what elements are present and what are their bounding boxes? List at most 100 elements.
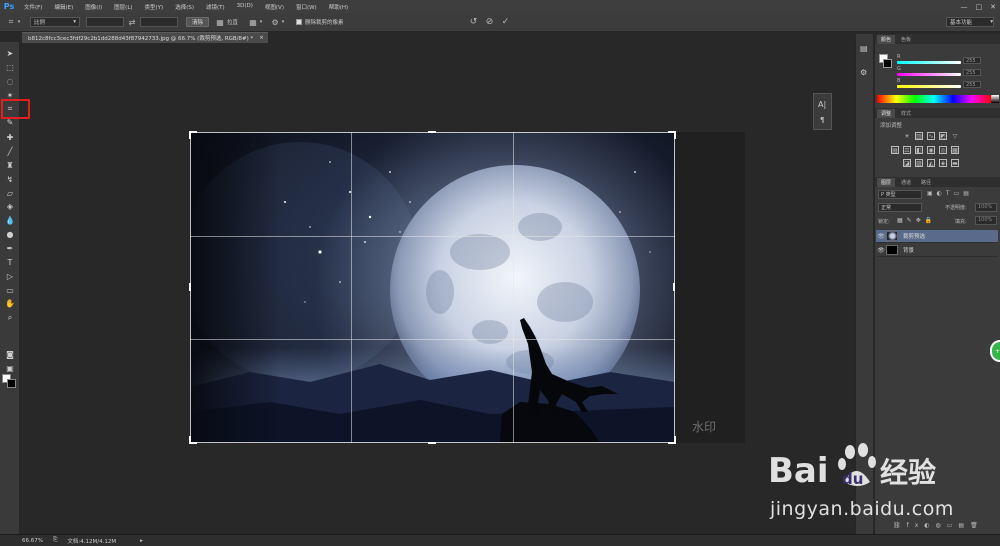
tab-styles[interactable]: 样式 <box>897 109 915 118</box>
ratio-select[interactable]: 比例 ▾ <box>30 17 80 27</box>
menu-item[interactable]: 窗口(W) <box>290 3 323 11</box>
eye-icon[interactable]: 👁 <box>876 247 886 254</box>
crop-handle-bottom-left[interactable] <box>189 436 197 444</box>
photo-filter-icon[interactable]: ◉ <box>927 146 935 154</box>
marquee-tool-icon[interactable]: ⬚ <box>4 62 16 73</box>
share-icon[interactable]: ⎘ <box>53 537 57 544</box>
color-channel-slider[interactable] <box>897 61 961 64</box>
menu-item[interactable]: 图层(L) <box>108 3 138 11</box>
paragraph-panel-icon[interactable]: ¶ <box>820 116 824 124</box>
brush-tool-icon[interactable]: ╱ <box>4 146 16 157</box>
gear-icon[interactable]: ⚙ <box>270 17 280 27</box>
straighten-label[interactable]: 拉直 <box>227 18 238 26</box>
menu-item[interactable]: 选择(S) <box>169 3 200 11</box>
color-channel-value[interactable]: 255 <box>963 69 981 76</box>
workspace-select[interactable]: 基本功能 ▾ <box>946 17 994 27</box>
delete-cropped-checkbox[interactable] <box>296 19 303 25</box>
menu-item[interactable]: 滤镜(T) <box>200 3 231 11</box>
tab-swatches[interactable]: 色板 <box>897 35 915 44</box>
zoom-tool-icon[interactable]: ⌕ <box>4 312 16 323</box>
exposure-icon[interactable]: ◩ <box>939 132 947 140</box>
posterize-icon[interactable]: ▨ <box>915 159 923 167</box>
reset-icon[interactable]: ↺ <box>469 17 479 27</box>
move-tool-icon[interactable]: ➤ <box>4 48 16 59</box>
opacity-input[interactable]: 100% <box>975 203 997 212</box>
zoom-level[interactable]: 66.67% <box>22 538 43 544</box>
commit-check-icon[interactable]: ✓ <box>501 17 511 27</box>
crop-handle-bottom-right[interactable] <box>668 436 676 444</box>
blend-mode-select[interactable]: 正常 <box>878 203 922 212</box>
menu-item[interactable]: 类型(Y) <box>139 3 170 11</box>
layer-row-crop-preview[interactable]: 👁 裁剪预选 <box>876 230 998 243</box>
crop-handle-right[interactable] <box>673 283 675 291</box>
screen-mode-icon[interactable]: ▣ <box>4 363 16 374</box>
chevron-down-icon[interactable]: ▾ <box>258 17 264 27</box>
healing-tool-icon[interactable]: ✚ <box>4 132 16 143</box>
menu-item[interactable]: 文件(F) <box>18 3 48 11</box>
straighten-icon[interactable]: ▦ <box>215 17 225 27</box>
black-white-icon[interactable]: ◧ <box>915 146 923 154</box>
menu-item[interactable]: 3D(D) <box>231 3 259 11</box>
shape-tool-icon[interactable]: ▭ <box>4 285 16 296</box>
crop-handle-left[interactable] <box>189 283 191 291</box>
curves-icon[interactable]: ∿ <box>927 132 935 140</box>
color-channel-value[interactable]: 255 <box>963 81 981 88</box>
swap-icon[interactable]: ⇄ <box>127 17 137 27</box>
pen-tool-icon[interactable]: ✒ <box>4 243 16 254</box>
crop-box[interactable] <box>190 132 675 443</box>
hue-saturation-icon[interactable]: ▤ <box>891 146 899 154</box>
properties-panel-icon[interactable]: ⚙ <box>860 68 867 77</box>
clone-stamp-tool-icon[interactable]: ♜ <box>4 160 16 171</box>
character-panel-icon[interactable]: A| <box>818 100 826 109</box>
lasso-tool-icon[interactable]: ◌ <box>4 76 16 87</box>
color-channel-slider[interactable] <box>897 73 961 76</box>
paint-bucket-tool-icon[interactable]: ◈ <box>4 201 16 212</box>
eye-icon[interactable]: 👁 <box>876 233 886 240</box>
bg-color-chip[interactable] <box>883 59 892 68</box>
channel-mixer-icon[interactable]: ◎ <box>939 146 947 154</box>
maximize-button[interactable]: □ <box>976 3 983 11</box>
color-balance-icon[interactable]: ⚖ <box>903 146 911 154</box>
chevron-down-icon[interactable]: ▾ <box>16 17 22 27</box>
brightness-icon[interactable]: ☀ <box>903 132 911 140</box>
gradient-map-icon[interactable]: ▬ <box>951 159 959 167</box>
grid-overlay-icon[interactable]: ▦ <box>248 17 258 27</box>
color-channel-slider[interactable] <box>897 85 961 88</box>
invert-icon[interactable]: ◪ <box>903 159 911 167</box>
document-tab[interactable]: b812c8fcc3cec3fdf29c2b1dd288d43f87942733… <box>22 32 268 43</box>
levels-icon[interactable]: ▥ <box>915 132 923 140</box>
layer-row-background[interactable]: 👁 背景 <box>876 244 998 257</box>
crop-handle-bottom[interactable] <box>428 436 436 444</box>
fill-input[interactable]: 100% <box>975 216 997 225</box>
color-channel-value[interactable]: 255 <box>963 57 981 64</box>
menu-item[interactable]: 视图(V) <box>259 3 290 11</box>
crop-tool-icon[interactable]: ⌗ <box>6 17 16 27</box>
background-color-swatch[interactable] <box>7 379 16 388</box>
crop-handle-top[interactable] <box>428 131 436 139</box>
history-brush-tool-icon[interactable]: ↯ <box>4 174 16 185</box>
close-icon[interactable]: × <box>259 35 264 41</box>
vibrance-icon[interactable]: ▽ <box>951 132 959 140</box>
crop-handle-top-right[interactable] <box>668 131 676 139</box>
close-button[interactable]: ✕ <box>990 3 996 11</box>
cancel-icon[interactable]: ⊘ <box>485 17 495 27</box>
tab-adjustments[interactable]: 调整 <box>877 109 896 118</box>
tab-layers[interactable]: 图层 <box>877 178 896 187</box>
selective-color-icon[interactable]: ◈ <box>939 159 947 167</box>
color-lookup-icon[interactable]: ▦ <box>951 146 959 154</box>
clear-button[interactable]: 清除 <box>186 17 210 27</box>
eraser-tool-icon[interactable]: ▱ <box>4 188 16 199</box>
minimize-button[interactable]: — <box>961 3 968 11</box>
menu-item[interactable]: 帮助(H) <box>323 3 354 11</box>
dodge-tool-icon[interactable]: ● <box>4 229 16 240</box>
crop-handle-top-left[interactable] <box>189 131 197 139</box>
path-select-tool-icon[interactable]: ▷ <box>4 271 16 282</box>
color-spectrum-bar[interactable] <box>877 95 991 103</box>
tab-paths[interactable]: 路径 <box>917 178 935 187</box>
tab-channels[interactable]: 通道 <box>897 178 915 187</box>
quick-mask-icon[interactable]: ◙ <box>4 349 16 360</box>
hand-tool-icon[interactable]: ✋ <box>4 298 16 309</box>
menu-item[interactable]: 图像(I) <box>79 3 108 11</box>
chevron-down-icon[interactable]: ▾ <box>280 17 286 27</box>
layer-kind-select[interactable]: P 类型 <box>878 190 922 199</box>
